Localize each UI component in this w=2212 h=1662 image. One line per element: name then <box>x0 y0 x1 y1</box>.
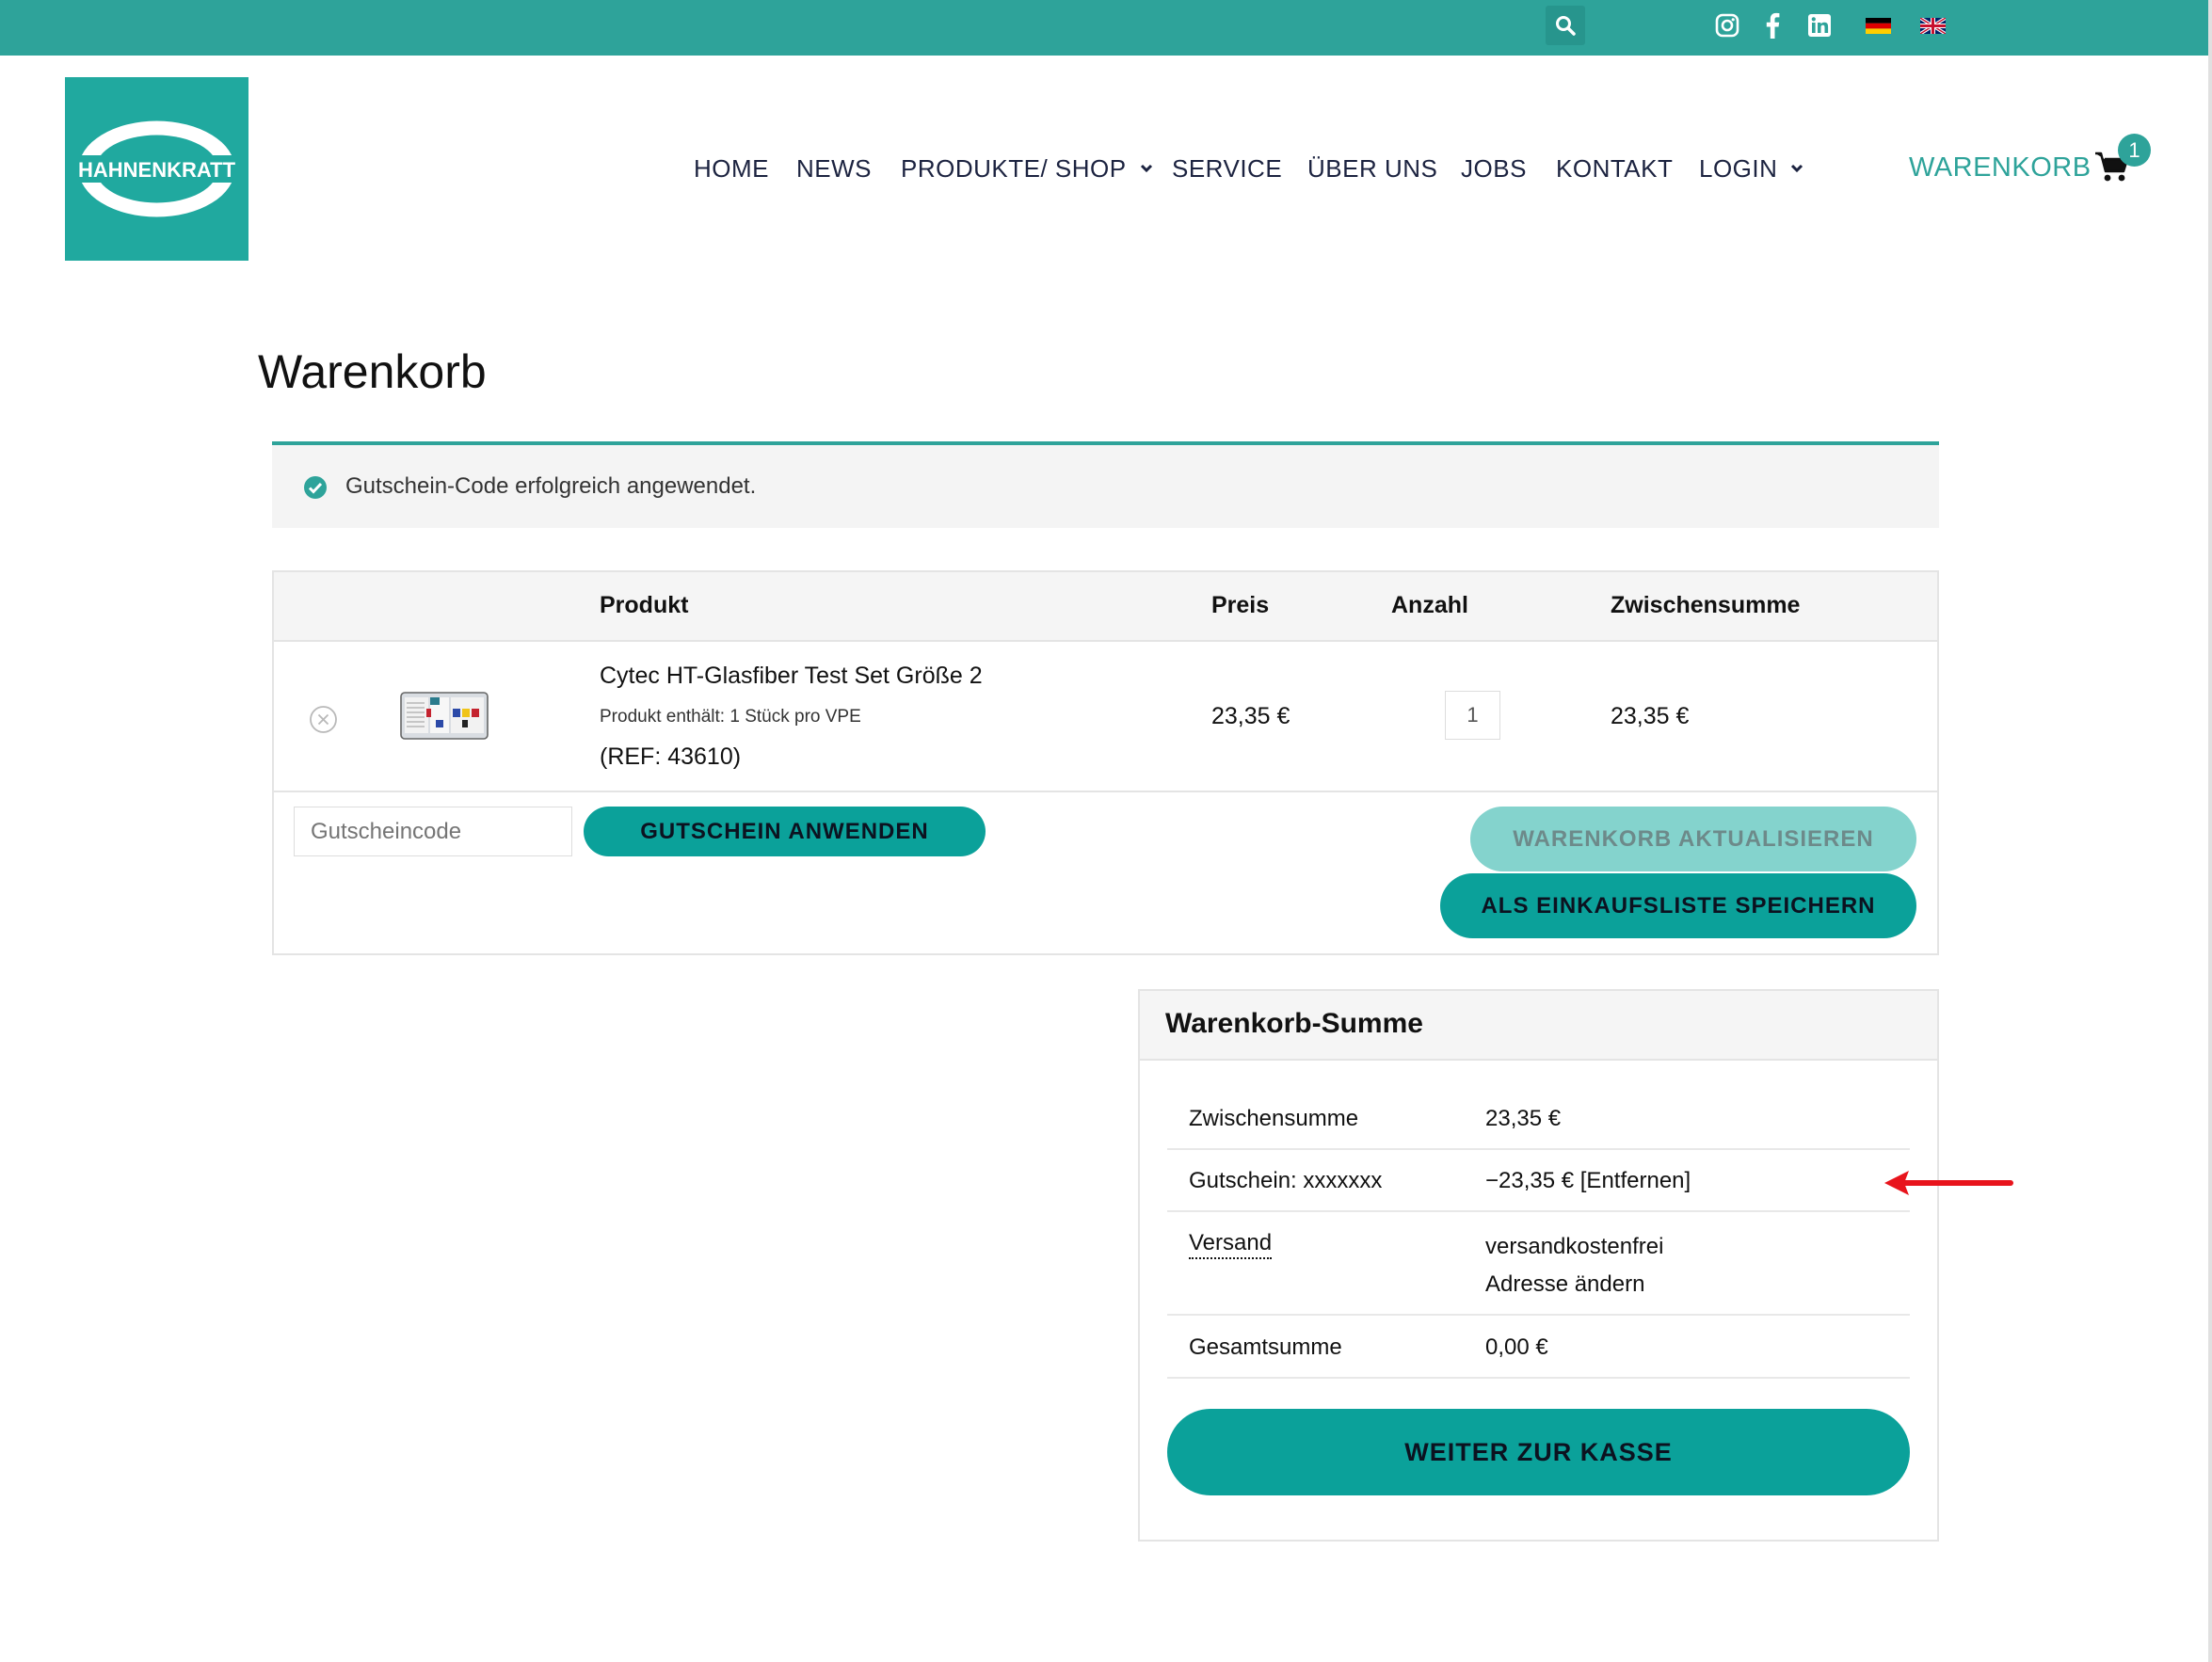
save-shopping-list-button[interactable]: ALS EINKAUFSLISTE SPEICHERN <box>1440 873 1916 938</box>
coupon-discount-value: −23,35 € <box>1485 1168 1575 1193</box>
totals-subtotal-label: Zwischensumme <box>1189 1106 1359 1131</box>
scrollbar[interactable] <box>2208 0 2212 1662</box>
totals-divider <box>1167 1377 1910 1379</box>
nav-service[interactable]: SERVICE <box>1172 152 1282 184</box>
quantity-input[interactable] <box>1445 691 1500 740</box>
nav-home[interactable]: HOME <box>694 152 769 184</box>
nav-news[interactable]: NEWS <box>796 152 872 184</box>
logo-text: HAHNENKRATT <box>78 158 236 182</box>
hahnenkratt-logo[interactable]: HAHNENKRATT <box>65 77 248 261</box>
update-cart-button[interactable]: WARENKORB AKTUALISIEREN <box>1470 807 1916 871</box>
nav-produkte-shop-label: PRODUKTE/ SHOP <box>901 153 1127 183</box>
product-price: 23,35 € <box>1211 703 1290 729</box>
shipping-value: versandkostenfrei <box>1485 1234 1664 1259</box>
linkedin-icon[interactable] <box>1803 9 1835 41</box>
coupon-value-row: −23,35 € [Entfernen] <box>1485 1168 1691 1194</box>
uk-flag-icon[interactable] <box>1919 16 1947 36</box>
notice-text: Gutschein-Code erfolgreich angewendet. <box>345 473 757 499</box>
totals-divider <box>1167 1314 1910 1316</box>
nav-jobs[interactable]: JOBS <box>1461 152 1527 184</box>
shipping-label-text: Versand <box>1189 1230 1273 1259</box>
change-address-link[interactable]: Adresse ändern <box>1485 1271 1644 1298</box>
nav-ueber-uns-label: ÜBER UNS <box>1307 153 1438 183</box>
nav-kontakt[interactable]: KONTAKT <box>1556 152 1673 184</box>
header-subtotal: Zwischensumme <box>1611 592 1801 618</box>
totals-subtotal-value: 23,35 € <box>1485 1106 1562 1131</box>
german-flag-icon[interactable] <box>1866 18 1891 34</box>
instagram-icon[interactable] <box>1711 9 1743 41</box>
remove-coupon-link[interactable]: [Entfernen] <box>1580 1168 1691 1193</box>
nav-login[interactable]: LOGIN <box>1699 152 1803 184</box>
apply-coupon-button[interactable]: GUTSCHEIN ANWENDEN <box>584 807 986 856</box>
totals-divider <box>1167 1210 1910 1212</box>
nav-kontakt-label: KONTAKT <box>1556 153 1674 183</box>
header-product: Produkt <box>600 592 689 618</box>
product-meta: Produkt enthält: 1 Stück pro VPE <box>600 707 861 727</box>
coupon-label: Gutschein: xxxxxxx <box>1189 1168 1383 1193</box>
cart-count-badge: 1 <box>2118 134 2151 167</box>
nav-news-label: NEWS <box>796 153 872 183</box>
product-thumbnail[interactable] <box>400 692 489 740</box>
nav-service-label: SERVICE <box>1172 153 1283 183</box>
chevron-down-icon <box>1790 164 1803 173</box>
remove-item-icon[interactable] <box>309 705 338 734</box>
checkout-button[interactable]: WEITER ZUR KASSE <box>1167 1409 1910 1495</box>
product-name-link[interactable]: Cytec HT-Glasfiber Test Set Größe 2 <box>600 663 983 690</box>
nav-home-label: HOME <box>694 153 769 183</box>
header-quantity: Anzahl <box>1391 592 1468 618</box>
total-value: 0,00 € <box>1485 1334 1548 1360</box>
search-icon <box>1555 15 1576 36</box>
total-label: Gesamtsumme <box>1189 1334 1342 1360</box>
nav-login-label: LOGIN <box>1699 153 1778 183</box>
red-arrow-icon <box>1883 1166 2014 1200</box>
shipping-label: Versand <box>1189 1230 1273 1259</box>
check-circle-icon <box>303 475 328 500</box>
header-price: Preis <box>1211 592 1270 618</box>
search-button[interactable] <box>1546 6 1585 45</box>
chevron-down-icon <box>1140 164 1153 173</box>
cart-link[interactable]: WARENKORB <box>1909 152 2092 184</box>
product-subtotal: 23,35 € <box>1611 703 1690 729</box>
row-divider <box>274 791 1937 792</box>
nav-jobs-label: JOBS <box>1461 153 1527 183</box>
nav-produkte-shop[interactable]: PRODUKTE/ SHOP <box>901 152 1153 184</box>
facebook-icon[interactable] <box>1756 9 1788 41</box>
totals-divider <box>1167 1148 1910 1150</box>
nav-ueber-uns[interactable]: ÜBER UNS <box>1307 152 1437 184</box>
product-ref: (REF: 43610) <box>600 743 742 770</box>
page-title: Warenkorb <box>258 345 487 398</box>
cart-totals-title: Warenkorb-Summe <box>1165 1008 1423 1039</box>
coupon-code-input[interactable] <box>294 807 572 856</box>
